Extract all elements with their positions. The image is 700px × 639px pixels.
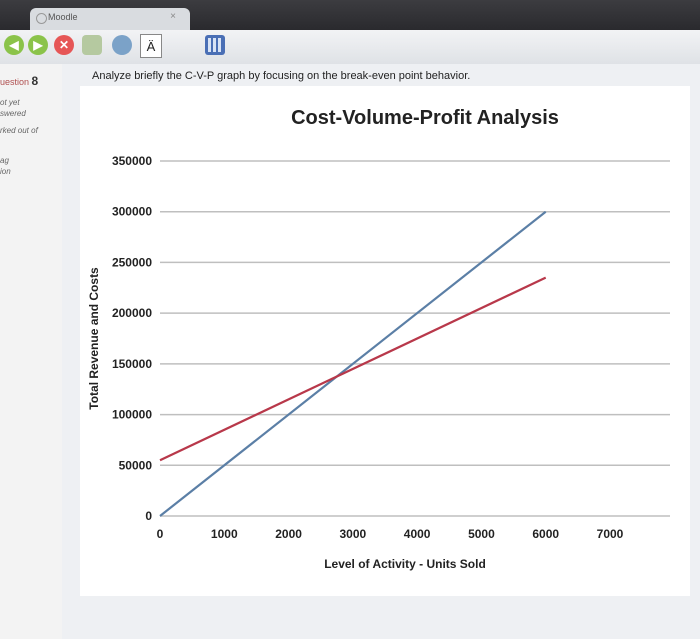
chart-title: Cost-Volume-Profit Analysis [291, 107, 559, 129]
y-tick-label: 0 [145, 509, 152, 523]
y-tick-label: 50000 [119, 458, 153, 472]
status-line-2: swered [0, 109, 26, 118]
y-tick-label: 150000 [112, 357, 152, 371]
marks-line: rked out of [0, 126, 38, 135]
tab-title: Moodle [48, 12, 78, 22]
x-tick-label: 4000 [404, 527, 431, 541]
costs-line [159, 276, 547, 462]
y-tick-label: 200000 [112, 306, 152, 320]
moodle-favicon-icon [36, 13, 47, 24]
x-tick-label: 7000 [597, 527, 624, 541]
back-button[interactable]: ◀ [4, 35, 24, 55]
tab-close-icon[interactable]: × [170, 11, 176, 22]
browser-window: Moodle × ◀ ▶ ✕ Ä uestion 8 ot yet swered… [0, 0, 700, 639]
question-text: Analyze briefly the C-V-P graph by focus… [92, 70, 471, 82]
text-size-button[interactable]: Ä [140, 34, 162, 58]
y-tick-label: 300000 [112, 205, 152, 219]
user-icon[interactable] [112, 35, 132, 55]
forward-button[interactable]: ▶ [28, 35, 48, 55]
x-tick-label: 0 [157, 527, 164, 541]
title-bar: Moodle × [0, 0, 700, 30]
x-axis-label: Level of Activity - Units Sold [324, 557, 486, 571]
question-number: uestion 8 [0, 74, 39, 88]
question-content: Analyze briefly the C-V-P graph by focus… [62, 64, 700, 639]
flag-line-1[interactable]: ag [0, 156, 9, 165]
status-line-1: ot yet [0, 98, 20, 107]
cvp-chart-image: Cost-Volume-Profit Analysis 0 50000 100000 1… [80, 86, 690, 596]
cvp-chart: Cost-Volume-Profit Analysis0500001000001… [87, 107, 670, 571]
x-tick-label: 5000 [468, 527, 495, 541]
question-info-sidebar: uestion 8 ot yet swered rked out of ag i… [0, 64, 63, 639]
x-tick-label: 2000 [275, 527, 302, 541]
calculator-icon[interactable] [205, 35, 225, 55]
y-tick-label: 100000 [112, 408, 152, 422]
lockdown-toolbar: ◀ ▶ ✕ Ä [0, 30, 700, 65]
x-tick-label: 1000 [211, 527, 238, 541]
flag-line-2[interactable]: ion [0, 167, 11, 176]
x-tick-label: 3000 [340, 527, 367, 541]
stop-button[interactable]: ✕ [54, 35, 74, 55]
x-tick-label: 6000 [532, 527, 559, 541]
y-tick-label: 250000 [112, 255, 152, 269]
y-axis-label: Total Revenue and Costs [87, 267, 101, 410]
browser-tab[interactable]: Moodle × [30, 8, 190, 30]
y-tick-label: 350000 [112, 154, 152, 168]
home-icon[interactable] [82, 35, 102, 55]
